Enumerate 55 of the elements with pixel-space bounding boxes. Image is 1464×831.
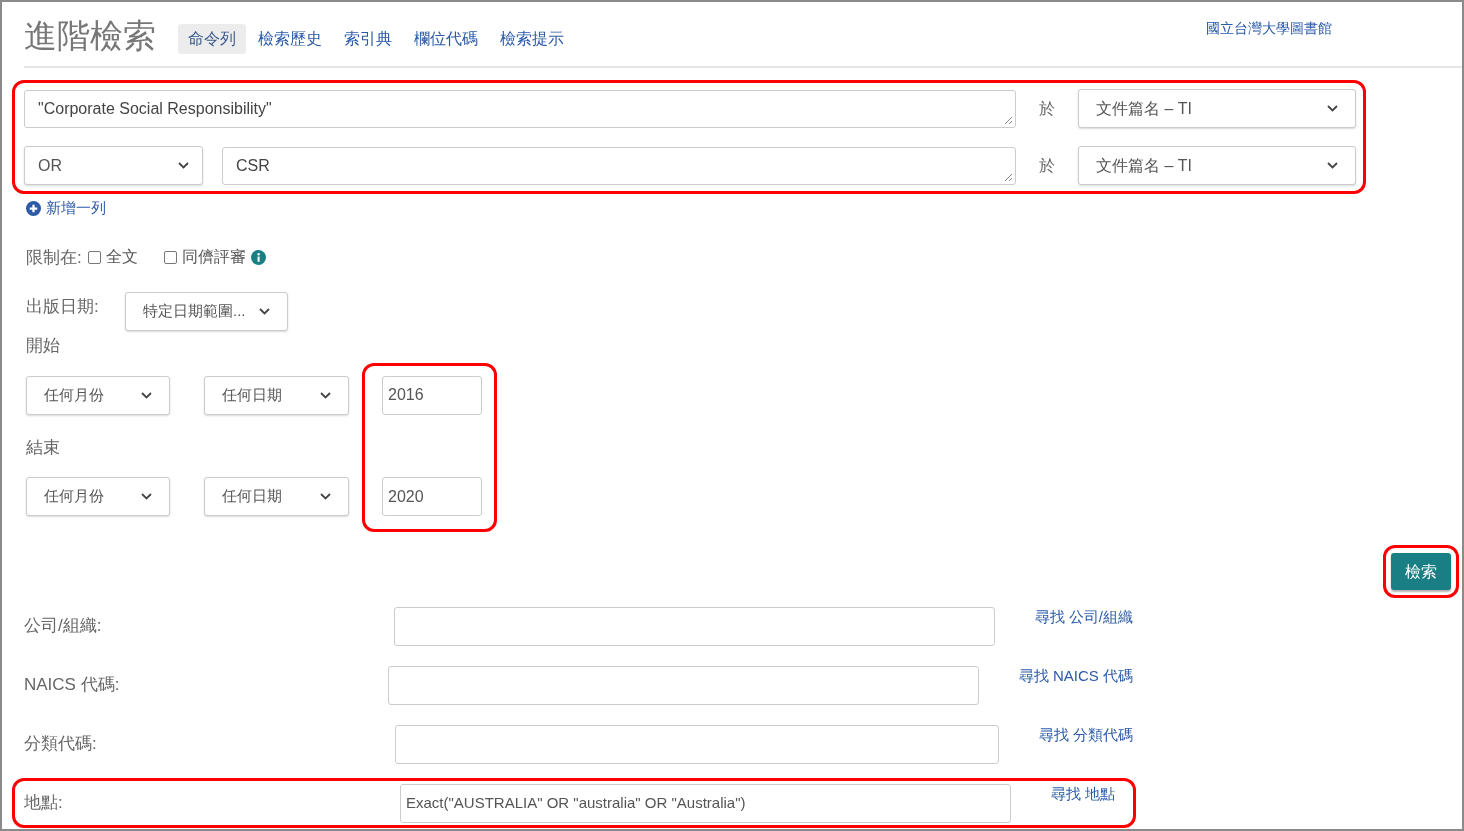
field-label: 於 bbox=[1038, 98, 1056, 119]
info-icon[interactable] bbox=[250, 249, 266, 265]
text-field[interactable] bbox=[387, 665, 979, 705]
date-range-label: 開始 bbox=[26, 335, 61, 357]
dropdown[interactable]: 任何日期 bbox=[204, 375, 349, 415]
dropdown[interactable]: 任何月份 bbox=[26, 375, 170, 415]
limit-label: 限制在: bbox=[26, 246, 82, 269]
find-link[interactable]: 尋找 分類代碼 bbox=[1038, 724, 1133, 747]
checkbox-label: 全文 bbox=[105, 247, 138, 268]
nav-tab[interactable]: 索引典 bbox=[334, 24, 402, 54]
field-label: 公司/組織: bbox=[24, 615, 103, 638]
chevron-icon bbox=[1327, 162, 1338, 169]
library-link[interactable]: 國立台灣大學圖書館 bbox=[1206, 18, 1332, 39]
resize-grip-icon bbox=[1004, 115, 1013, 125]
search-button[interactable]: 檢索 bbox=[1391, 553, 1451, 590]
page-title: 進階檢索 bbox=[24, 16, 156, 56]
search-term-field[interactable]: CSR bbox=[222, 146, 1016, 185]
field-label: 於 bbox=[1038, 155, 1056, 176]
plus-circle-icon bbox=[26, 200, 41, 216]
field-label: 分類代碼: bbox=[24, 733, 98, 756]
text-field[interactable]: Exact("AUSTRALIA" OR "australia" OR "Australia") bbox=[400, 783, 1011, 823]
text-field[interactable] bbox=[393, 606, 995, 646]
find-link[interactable]: 尋找 NAICS 代碼 bbox=[1018, 665, 1133, 688]
dropdown[interactable]: 文件篇名 – TI bbox=[1078, 146, 1356, 185]
checkbox-label: 同儕評審 bbox=[181, 247, 246, 268]
dropdown[interactable]: OR bbox=[24, 146, 203, 185]
checkbox[interactable] bbox=[87, 250, 101, 264]
year-field[interactable]: 2020 bbox=[382, 477, 482, 516]
chevron-icon bbox=[1327, 105, 1338, 112]
dropdown[interactable]: 特定日期範圍... bbox=[125, 292, 288, 331]
nav-tab[interactable]: 檢索歷史 bbox=[248, 24, 332, 54]
chevron-icon bbox=[141, 391, 152, 399]
resize-grip-icon bbox=[1004, 172, 1013, 182]
find-link[interactable]: 尋找 地點 bbox=[1051, 783, 1116, 806]
date-range-label: 結束 bbox=[26, 436, 61, 459]
field-label: NAICS 代碼: bbox=[24, 674, 121, 697]
dropdown[interactable]: 任何日期 bbox=[204, 477, 349, 516]
add-row-link[interactable]: 新增一列 bbox=[26, 197, 1462, 220]
chevron-icon bbox=[259, 308, 270, 315]
nav-tab[interactable]: 檢索提示 bbox=[490, 24, 574, 54]
chevron-icon bbox=[141, 493, 152, 500]
checkbox[interactable] bbox=[163, 250, 177, 264]
search-term-field[interactable]: "Corporate Social Responsibility" bbox=[24, 89, 1016, 128]
find-link[interactable]: 尋找 公司/組織 bbox=[1034, 606, 1133, 629]
field-label: 地點: bbox=[24, 792, 64, 815]
text-field[interactable] bbox=[395, 724, 999, 764]
chevron-icon bbox=[178, 162, 189, 169]
date-label: 出版日期: bbox=[26, 296, 100, 318]
chevron-icon bbox=[320, 391, 331, 399]
nav-tab[interactable]: 欄位代碼 bbox=[404, 24, 488, 54]
chevron-icon bbox=[320, 493, 331, 500]
dropdown[interactable]: 任何月份 bbox=[26, 477, 170, 516]
dropdown[interactable]: 文件篇名 – TI bbox=[1078, 89, 1356, 128]
nav-tab[interactable]: 命令列 bbox=[178, 24, 246, 54]
year-field[interactable]: 2016 bbox=[382, 375, 482, 415]
